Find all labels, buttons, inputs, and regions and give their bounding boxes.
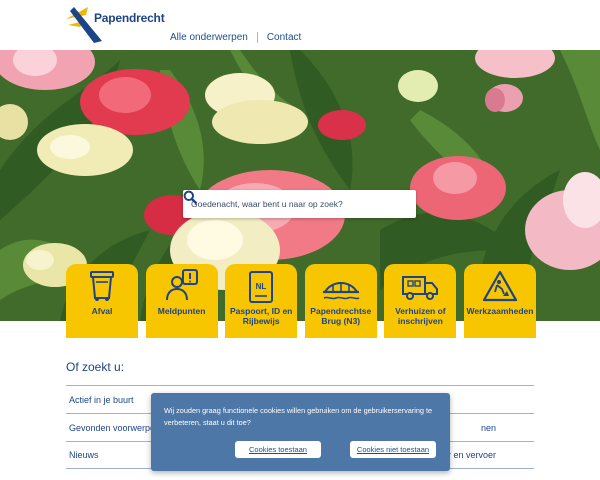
bridge-icon [322, 282, 360, 300]
search-icon [183, 190, 197, 204]
quick-links: Afval Meldpunten NL Paspoort, ID en Rijb… [66, 264, 536, 338]
tile-meldpunten[interactable]: Meldpunten [145, 264, 218, 338]
passport-icon: NL [249, 271, 274, 303]
tile-label: Verhuizen of inschrijven [395, 306, 446, 326]
site-header: Papendrecht Alle onderwerpen Contact [0, 0, 600, 50]
moving-truck-icon [402, 276, 439, 300]
top-nav: Alle onderwerpen Contact [170, 32, 301, 43]
search-button[interactable] [183, 190, 416, 218]
tile-label: Werkzaamheden [466, 306, 534, 316]
tile-label: Paspoort, ID en Rijbewijs [230, 306, 293, 326]
nav-separator [256, 32, 258, 43]
decline-cookies-button[interactable]: Cookies niet toestaan [350, 441, 436, 458]
logo-text: Papendrecht [94, 11, 165, 25]
nav-contact[interactable]: Contact [267, 32, 301, 43]
list-item-label-right[interactable]: nen [481, 423, 496, 433]
list-item-label-right[interactable]: r en vervoer [448, 450, 496, 460]
cookie-dialog: Wij zouden graag functionele cookies wil… [151, 393, 450, 471]
list-item-label: Gevonden voorwerpen [69, 422, 161, 433]
tile-brug[interactable]: Papendrechtse Brug (N3) [304, 264, 377, 338]
person-alert-icon [165, 269, 198, 301]
roadwork-sign-icon [482, 270, 518, 302]
tile-label: Afval [91, 306, 113, 316]
list-item-label: Actief in je buurt [69, 394, 134, 405]
accept-cookies-button[interactable]: Cookies toestaan [235, 441, 321, 458]
cookie-message: Wij zouden graag functionele cookies wil… [164, 406, 433, 427]
trash-bin-icon [90, 271, 114, 301]
tile-paspoort[interactable]: NL Paspoort, ID en Rijbewijs [225, 264, 298, 338]
nav-all-topics[interactable]: Alle onderwerpen [170, 32, 248, 43]
tile-label: Papendrechtse Brug (N3) [310, 306, 372, 326]
tile-label: Meldpunten [157, 306, 206, 316]
list-item-label: Nieuws [69, 450, 99, 460]
tile-verhuizen[interactable]: Verhuizen of inschrijven [384, 264, 457, 338]
section-title: Of zoekt u: [66, 360, 125, 374]
search-input[interactable] [183, 190, 386, 218]
tile-afval[interactable]: Afval [66, 264, 138, 338]
tile-werkzaamheden[interactable]: Werkzaamheden [463, 264, 536, 338]
passport-icon-text: NL [256, 282, 267, 291]
search-bar [183, 190, 416, 218]
